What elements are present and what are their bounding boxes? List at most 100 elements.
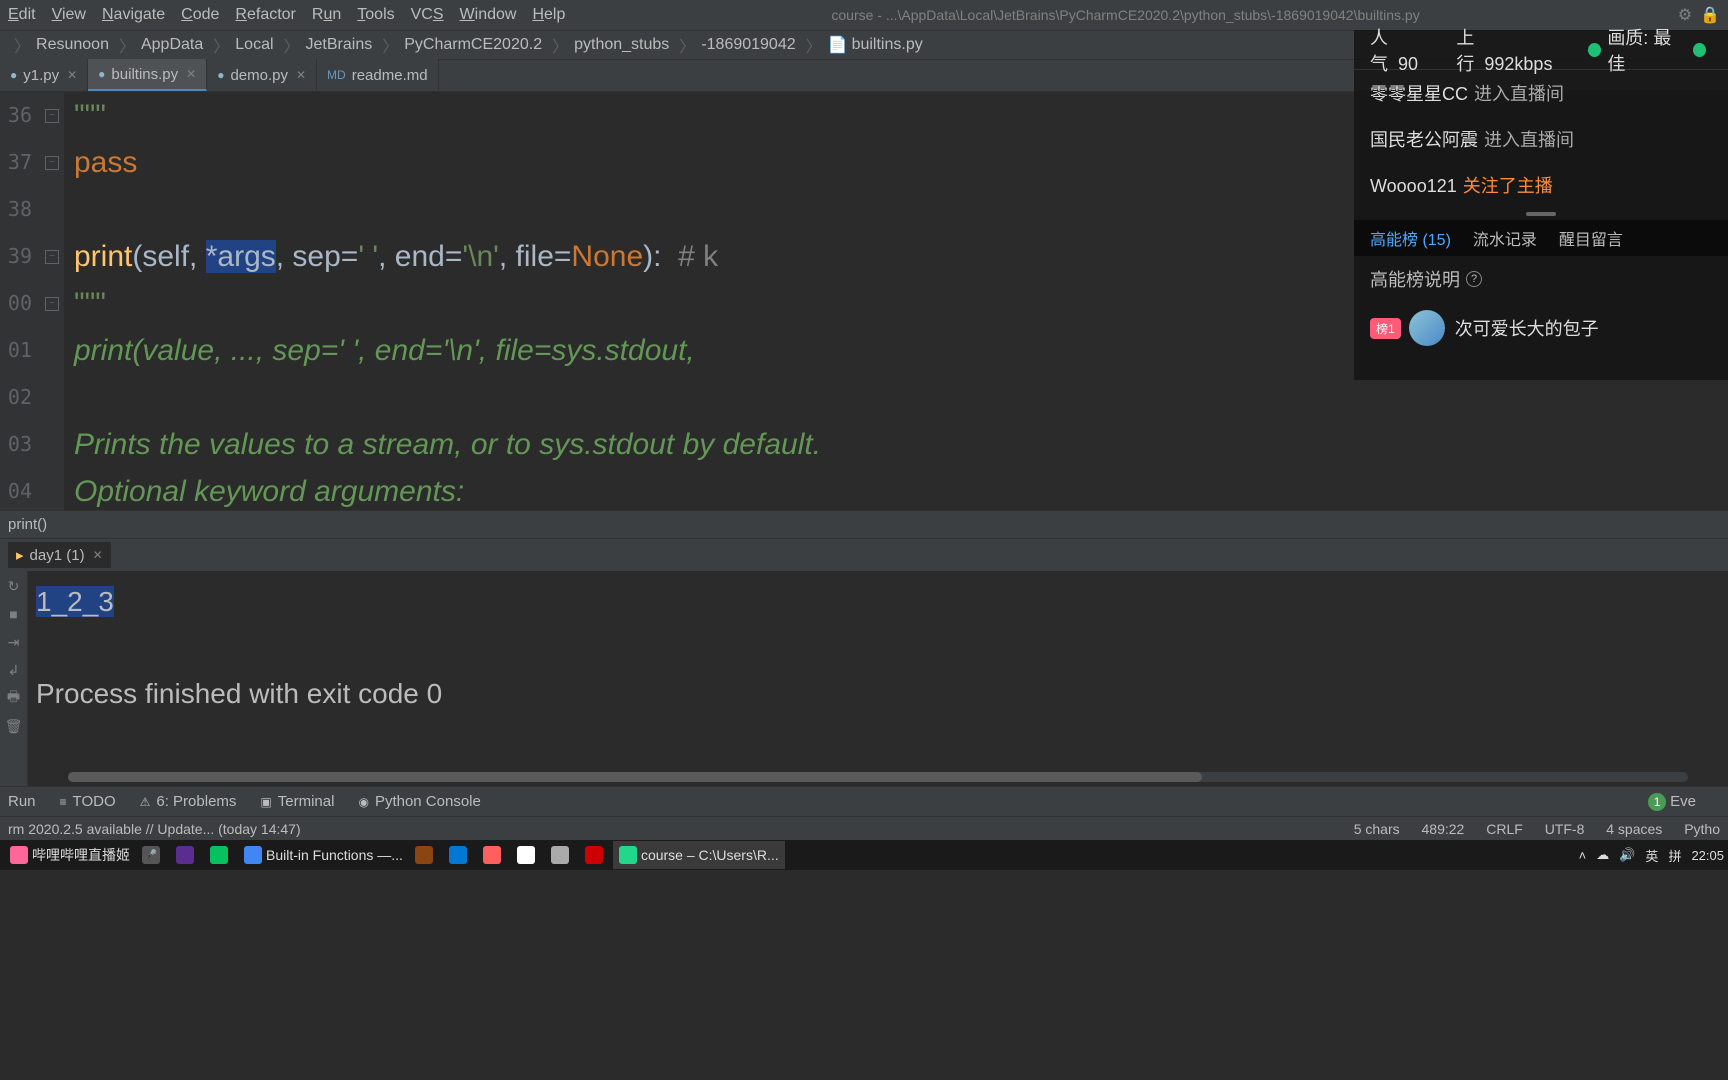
tray-chevron-icon[interactable]: ˄ [1579,848,1587,863]
menu-vcs[interactable]: VCS [411,6,444,24]
menu-view[interactable]: View [52,6,86,24]
line-number: 04 [0,468,40,515]
chat-user: 零零星星CC [1370,84,1468,104]
run-output[interactable]: 1_2_3 Process finished with exit code 0 [28,571,1728,786]
crumb[interactable]: Local [235,36,273,54]
print-icon[interactable]: 🖶 [3,687,25,709]
taskbar-item-vs[interactable] [170,841,204,869]
status-eol[interactable]: CRLF [1486,821,1523,837]
task-label: Built-in Functions —... [266,847,403,863]
taskbar-item-pycharm[interactable]: course – C:\Users\R... [613,841,785,869]
gear-icon[interactable]: ⚙ [1678,5,1692,25]
drag-handle[interactable] [1526,212,1556,216]
crumb[interactable]: PyCharmCE2020.2 [404,36,542,54]
overlay-info[interactable]: 高能榜说明 ? [1354,256,1728,302]
crumb-label: print() [8,516,47,533]
fold-toggle[interactable]: − [45,250,59,264]
structure-crumb[interactable]: print() [0,510,1728,538]
overlay-rank-item[interactable]: 榜1 次可爱长大的包子 [1354,302,1728,354]
overlay-tab-rank[interactable]: 高能榜 (15) [1370,226,1451,250]
tab-label: builtins.py [111,66,178,83]
tray-onedrive-icon[interactable]: ☁ [1596,847,1609,863]
overlay-tabs: 高能榜 (15) 流水记录 醒目留言 [1354,220,1728,256]
close-icon[interactable]: ✕ [93,548,103,562]
crumb[interactable]: Resunoon [36,36,109,54]
run-tab-day1[interactable]: ▸ day1 (1) ✕ [8,542,111,568]
close-icon[interactable]: ✕ [186,67,196,81]
taskbar-item-chrome[interactable]: Built-in Functions —... [238,841,409,869]
tab-demo[interactable]: ●demo.py✕ [207,59,317,91]
tray-volume-icon[interactable]: 🔊 [1619,847,1635,863]
lock-icon[interactable]: 🔒 [1700,5,1720,25]
taskbar-item[interactable] [443,841,477,869]
code-token: Optional keyword arguments: [74,475,464,508]
wrap-icon[interactable]: ↲ [3,659,25,681]
menu-tools[interactable]: Tools [357,6,394,24]
tab-event-log[interactable]: 1Eve [1648,793,1696,811]
taskbar-item[interactable] [545,841,579,869]
menu-run[interactable]: Run [312,6,341,24]
tab-run[interactable]: Run [8,793,36,810]
menu-code[interactable]: Code [181,6,219,24]
fold-toggle[interactable]: − [45,109,59,123]
warning-icon: ⚠ [140,795,151,809]
fold-toggle[interactable]: − [45,156,59,170]
chat-action: 关注了主播 [1463,176,1553,196]
tab-todo[interactable]: ≡TODO [60,793,116,810]
line-number: 36 [0,92,40,139]
crumb[interactable]: -1869019042 [701,36,795,54]
tray-ime[interactable]: 英 [1645,846,1658,865]
close-icon[interactable]: ✕ [296,68,306,82]
tab-readme[interactable]: MDreadme.md [317,59,439,91]
code-token: , end= [378,240,462,273]
fold-toggle[interactable]: − [45,297,59,311]
tab-builtins[interactable]: ●builtins.py✕ [88,59,207,91]
crumb[interactable]: JetBrains [306,36,373,54]
menu-window[interactable]: Window [460,6,517,24]
help-icon[interactable]: ? [1466,271,1482,287]
app-icon [244,846,262,864]
tab-problems[interactable]: ⚠6: Problems [140,793,237,810]
tab-python-console[interactable]: ◉Python Console [358,793,480,810]
info-label: 高能榜说明 [1370,266,1460,292]
trash-icon[interactable]: 🗑 [3,715,25,737]
code-token: None [571,240,643,273]
code-token: print [74,240,132,273]
stop-icon[interactable]: ■ [3,603,25,625]
taskbar-item[interactable] [409,841,443,869]
taskbar-item[interactable] [477,841,511,869]
taskbar-item[interactable]: 🎤 [136,841,170,869]
horizontal-scrollbar[interactable] [68,772,1688,782]
tab-y1[interactable]: ●y1.py✕ [0,59,88,91]
down-icon[interactable]: ⇥ [3,631,25,653]
overlay-tab-superchat[interactable]: 醒目留言 [1559,226,1623,250]
app-icon [415,846,433,864]
menu-help[interactable]: Help [532,6,565,24]
overlay-tab-flow[interactable]: 流水记录 [1473,226,1537,250]
menu-edit[interactable]: Edit [8,6,36,24]
crumb[interactable]: AppData [141,36,203,54]
taskbar-item-wechat[interactable] [204,841,238,869]
scrollbar-thumb[interactable] [68,772,1202,782]
tray-ime2[interactable]: 拼 [1668,846,1681,865]
status-indent[interactable]: 4 spaces [1606,821,1662,837]
tab-label: demo.py [230,67,288,84]
status-interpreter[interactable]: Pytho [1684,821,1720,837]
rank-badge: 榜1 [1370,318,1401,339]
taskbar-item[interactable] [579,841,613,869]
taskbar-item-bilibili[interactable]: 哔哩哔哩直播姬 [4,841,136,869]
app-icon: 🎤 [142,846,160,864]
status-position[interactable]: 489:22 [1422,821,1465,837]
status-message[interactable]: rm 2020.2.5 available // Update... (toda… [8,821,1336,837]
rerun-icon[interactable]: ↻ [3,575,25,597]
tab-terminal[interactable]: ▣Terminal [260,793,334,810]
status-encoding[interactable]: UTF-8 [1545,821,1585,837]
line-number: 00 [0,280,40,327]
taskbar-item[interactable] [511,841,545,869]
crumb[interactable]: python_stubs [574,36,669,54]
close-icon[interactable]: ✕ [67,68,77,82]
menu-navigate[interactable]: Navigate [102,6,165,24]
tray-clock[interactable]: 22:05 [1691,848,1724,863]
menu-refactor[interactable]: Refactor [235,6,295,24]
crumb-file[interactable]: builtins.py [852,36,923,54]
